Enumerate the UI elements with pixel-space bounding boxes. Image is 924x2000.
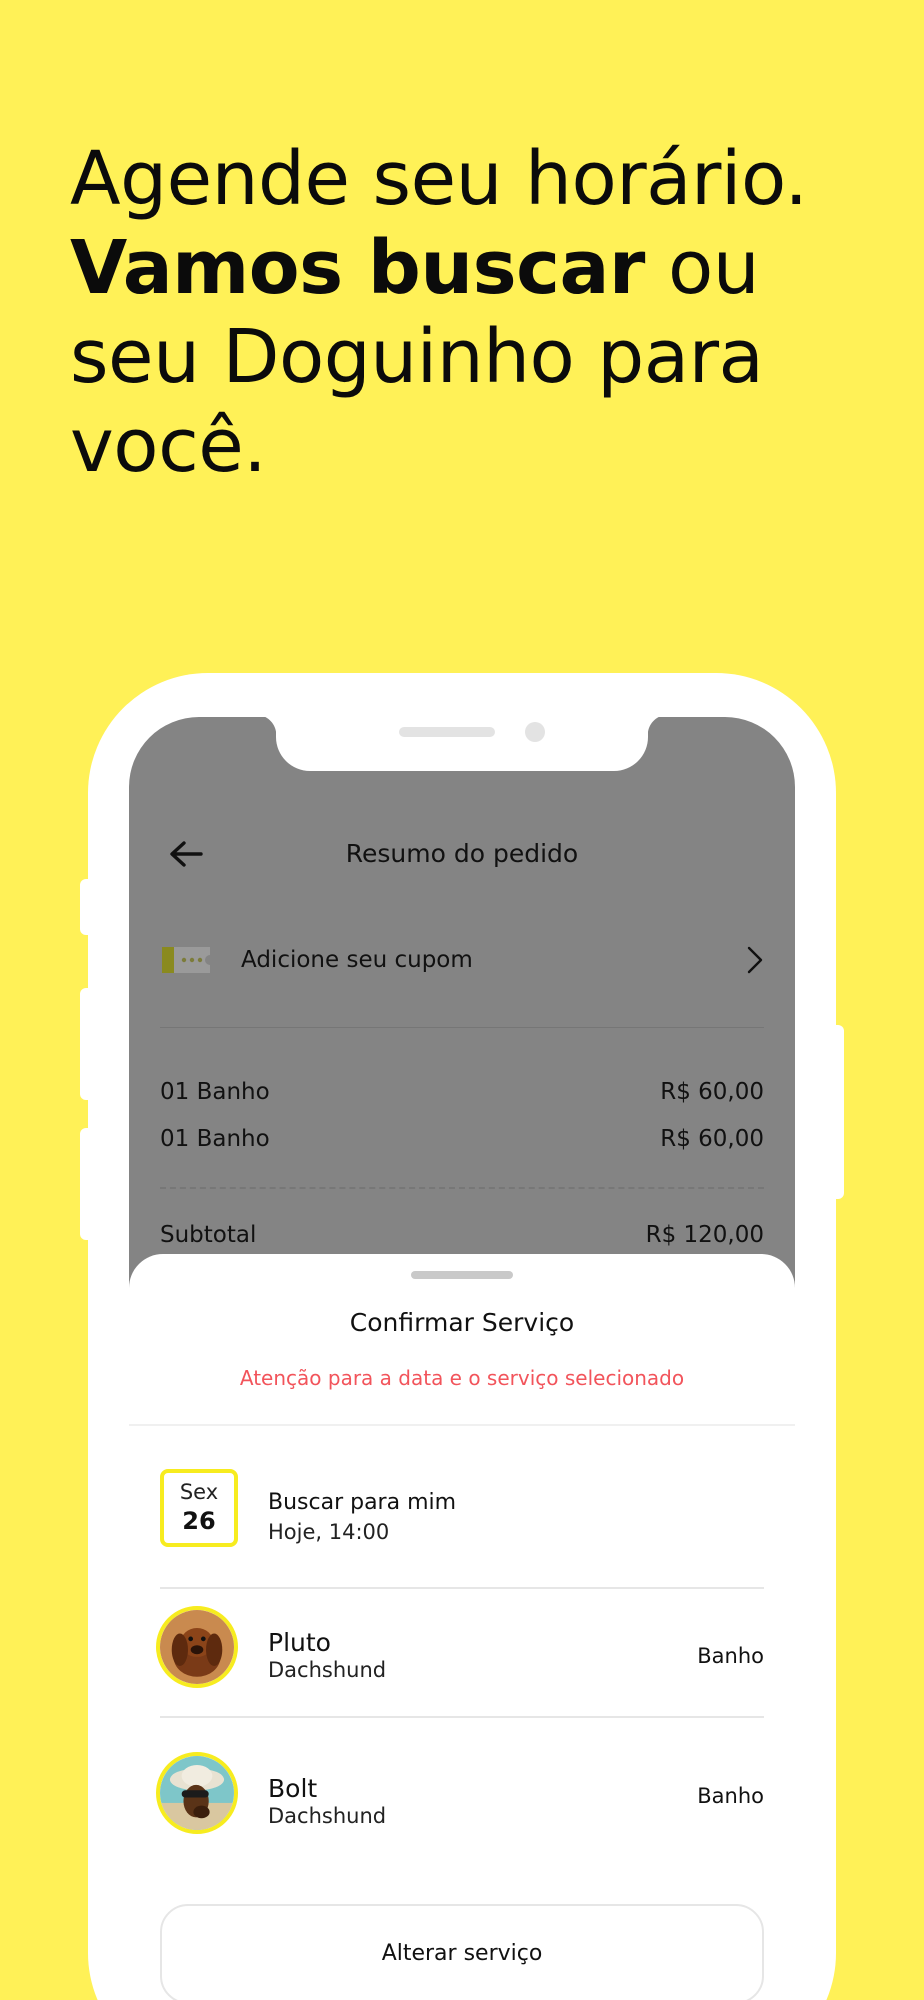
line-item-name: 01 Banho bbox=[160, 1126, 270, 1152]
order-title: Resumo do pedido bbox=[345, 839, 579, 868]
front-camera bbox=[525, 722, 545, 742]
line-item-price: R$ 60,00 bbox=[660, 1126, 764, 1152]
subtotal-label: Subtotal bbox=[160, 1222, 257, 1248]
alter-service-button[interactable]: Alterar serviço bbox=[160, 1904, 764, 2000]
headline-line-4: você. bbox=[70, 403, 267, 489]
date-day: 26 bbox=[182, 1507, 216, 1535]
pet-breed: Dachshund bbox=[268, 1658, 387, 1682]
confirm-service-sheet: Confirmar Serviço Atenção para a data e … bbox=[129, 1254, 795, 2000]
coupon-ticket-icon bbox=[160, 945, 212, 975]
subtotal-value: R$ 120,00 bbox=[645, 1222, 764, 1248]
line-item-price: R$ 60,00 bbox=[660, 1079, 764, 1105]
chevron-right-icon bbox=[746, 945, 764, 975]
pet-service: Banho bbox=[697, 1784, 764, 1808]
sheet-title: Confirmar Serviço bbox=[349, 1308, 575, 1337]
subtotal-divider bbox=[160, 1187, 764, 1189]
phone-screen: Resumo do pedido Adicione seu cupom 01 B… bbox=[129, 717, 795, 2000]
order-line-item: 01 Banho R$ 60,00 bbox=[160, 1126, 764, 1160]
date-weekday: Sex bbox=[179, 1480, 219, 1504]
subtotal-row: Subtotal R$ 120,00 bbox=[160, 1222, 764, 1256]
pet-service: Banho bbox=[697, 1644, 764, 1668]
date-badge: Sex 26 bbox=[160, 1469, 238, 1547]
pet-name: Bolt bbox=[268, 1774, 318, 1803]
phone-notch bbox=[256, 717, 668, 771]
headline-line-3: seu Doguinho para bbox=[70, 314, 764, 400]
coupon-row[interactable]: Adicione seu cupom bbox=[160, 937, 766, 985]
coupon-label: Adicione seu cupom bbox=[241, 947, 473, 973]
row-divider bbox=[160, 1587, 764, 1589]
sheet-divider bbox=[129, 1424, 795, 1426]
pet-name: Pluto bbox=[268, 1628, 331, 1657]
coupon-divider bbox=[160, 1027, 764, 1028]
pickup-time: Hoje, 14:00 bbox=[268, 1520, 390, 1544]
pet-avatar bbox=[156, 1752, 238, 1834]
speaker-grille bbox=[399, 727, 495, 737]
sheet-warning: Atenção para a data e o serviço selecion… bbox=[239, 1366, 685, 1390]
headline-line-2: Vamos buscar ou bbox=[70, 224, 890, 313]
pickup-title: Buscar para mim bbox=[268, 1490, 457, 1515]
pet-avatar bbox=[156, 1606, 238, 1688]
headline-rest: ou bbox=[644, 225, 760, 311]
order-line-item: 01 Banho R$ 60,00 bbox=[160, 1079, 764, 1113]
pet-breed: Dachshund bbox=[268, 1804, 387, 1828]
row-divider bbox=[160, 1716, 764, 1718]
headline: Agende seu horário. Vamos buscar ou seu … bbox=[70, 135, 890, 491]
headline-bold: Vamos buscar bbox=[70, 225, 645, 311]
order-header: Resumo do pedido bbox=[129, 829, 795, 879]
sheet-grabber[interactable] bbox=[411, 1271, 513, 1279]
line-item-name: 01 Banho bbox=[160, 1079, 270, 1105]
headline-line-1: Agende seu horário. bbox=[70, 136, 808, 222]
